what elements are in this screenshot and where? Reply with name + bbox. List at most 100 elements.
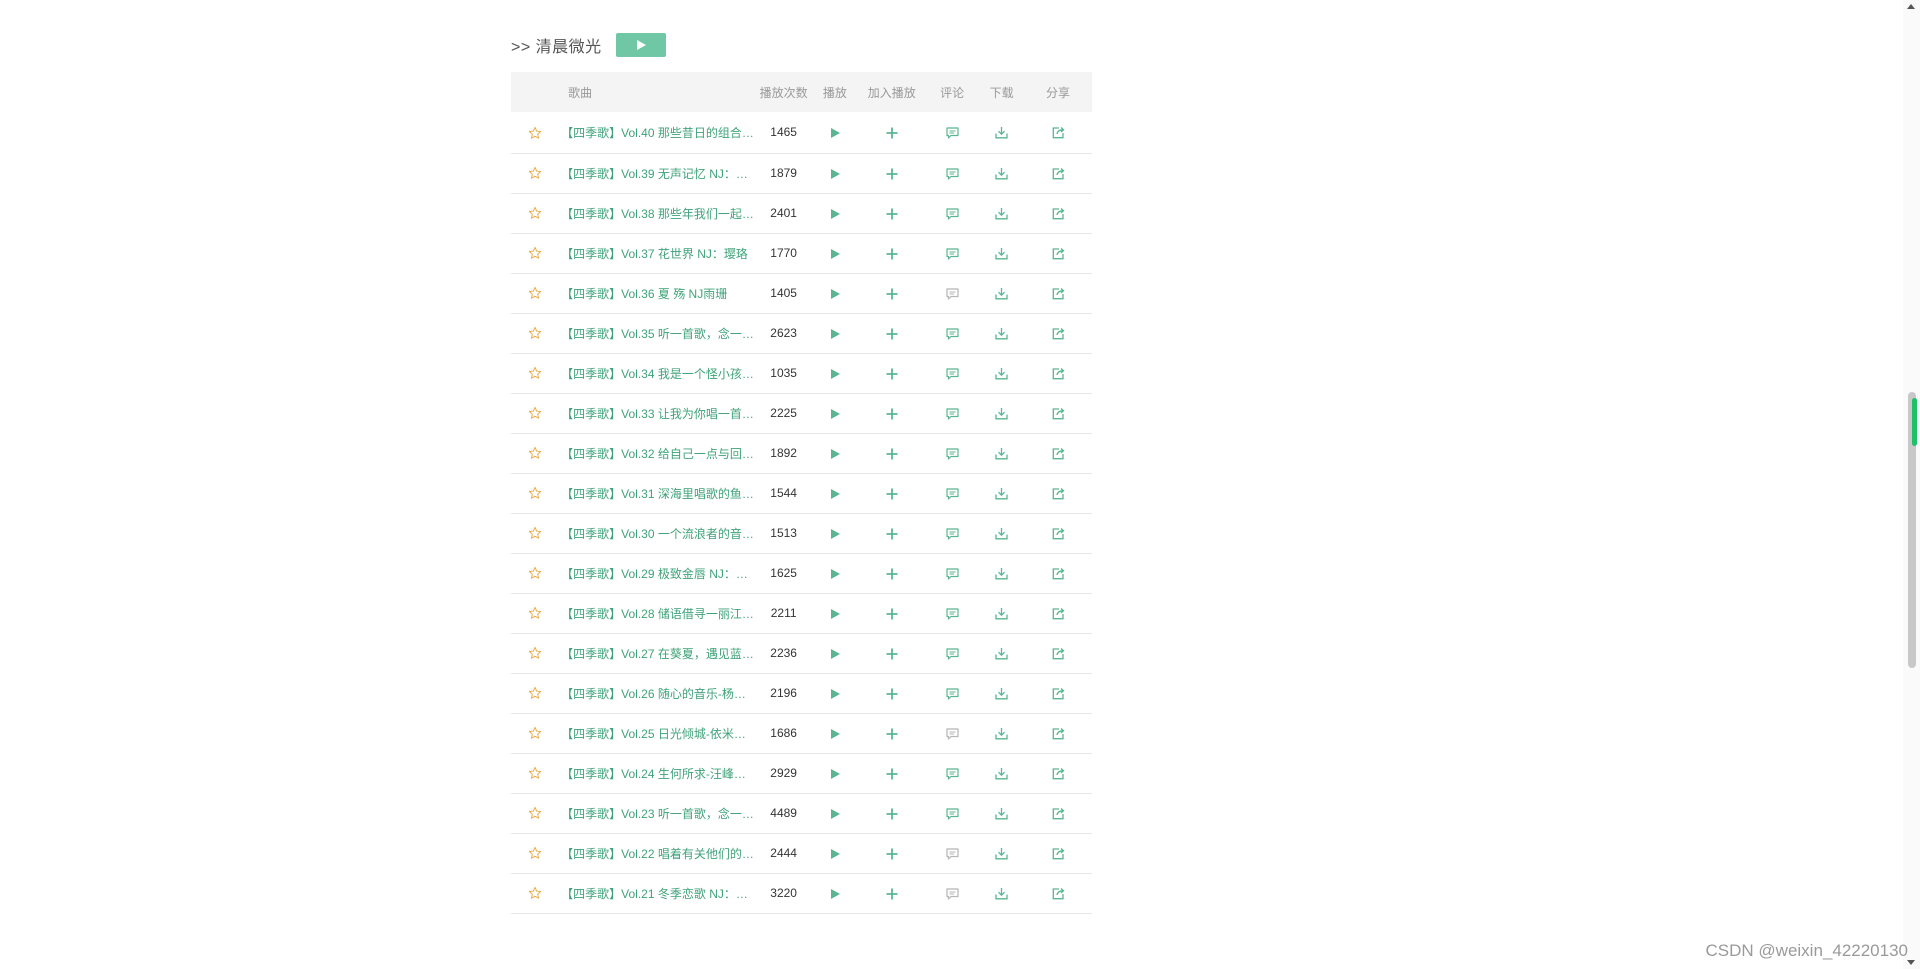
comment-icon[interactable]	[946, 608, 959, 620]
comment-icon[interactable]	[946, 168, 959, 180]
comment-icon[interactable]	[946, 648, 959, 660]
share-icon[interactable]	[1052, 807, 1065, 820]
star-icon[interactable]	[528, 766, 542, 780]
play-icon[interactable]	[829, 168, 841, 180]
song-title[interactable]: 【四季歌】Vol.39 无声记忆 NJ：浅川	[558, 153, 756, 193]
play-icon[interactable]	[829, 568, 841, 580]
song-title[interactable]: 【四季歌】Vol.21 冬季恋歌 NJ：七月	[558, 873, 756, 913]
song-title[interactable]: 【四季歌】Vol.34 我是一个怪小孩一一	[558, 353, 756, 393]
star-icon[interactable]	[528, 286, 542, 300]
play-all-button[interactable]	[615, 33, 666, 57]
star-icon[interactable]	[528, 646, 542, 660]
song-title[interactable]: 【四季歌】Vol.35 听一首歌，念一个人	[558, 313, 756, 353]
play-icon[interactable]	[829, 768, 841, 780]
download-icon[interactable]	[995, 727, 1008, 740]
star-icon[interactable]	[528, 806, 542, 820]
star-icon[interactable]	[528, 566, 542, 580]
star-icon[interactable]	[528, 166, 542, 180]
share-icon[interactable]	[1052, 167, 1065, 180]
scroll-up-arrow-icon[interactable]	[1907, 4, 1915, 9]
plus-icon[interactable]	[886, 488, 898, 500]
play-icon[interactable]	[829, 248, 841, 260]
play-icon[interactable]	[829, 208, 841, 220]
download-icon[interactable]	[995, 167, 1008, 180]
play-icon[interactable]	[829, 368, 841, 380]
song-title[interactable]: 【四季歌】Vol.22 唱着有关他们的歌曲	[558, 833, 756, 873]
download-icon[interactable]	[995, 287, 1008, 300]
download-icon[interactable]	[995, 567, 1008, 580]
song-title[interactable]: 【四季歌】Vol.36 夏 殇 NJ雨珊	[558, 273, 756, 313]
song-title[interactable]: 【四季歌】Vol.31 深海里唱歌的鱼一一	[558, 473, 756, 513]
scroll-down-arrow-icon[interactable]	[1907, 960, 1915, 965]
download-icon[interactable]	[995, 247, 1008, 260]
play-icon[interactable]	[829, 608, 841, 620]
download-icon[interactable]	[995, 687, 1008, 700]
plus-icon[interactable]	[886, 888, 898, 900]
plus-icon[interactable]	[886, 528, 898, 540]
star-icon[interactable]	[528, 886, 542, 900]
play-icon[interactable]	[829, 488, 841, 500]
download-icon[interactable]	[995, 527, 1008, 540]
play-icon[interactable]	[829, 127, 841, 139]
play-icon[interactable]	[829, 888, 841, 900]
share-icon[interactable]	[1052, 367, 1065, 380]
share-icon[interactable]	[1052, 527, 1065, 540]
song-title[interactable]: 【四季歌】Vol.33 让我为你唱一首安静的歌	[558, 393, 756, 433]
share-icon[interactable]	[1052, 247, 1065, 260]
star-icon[interactable]	[528, 366, 542, 380]
song-title[interactable]: 【四季歌】Vol.40 那些昔日的组合 NJ：浅川	[558, 112, 756, 153]
plus-icon[interactable]	[886, 808, 898, 820]
star-icon[interactable]	[528, 846, 542, 860]
comment-icon[interactable]	[946, 568, 959, 580]
star-icon[interactable]	[528, 486, 542, 500]
vertical-scrollbar[interactable]	[1903, 0, 1920, 969]
share-icon[interactable]	[1052, 687, 1065, 700]
share-icon[interactable]	[1052, 647, 1065, 660]
plus-icon[interactable]	[886, 648, 898, 660]
download-icon[interactable]	[995, 607, 1008, 620]
comment-icon[interactable]	[946, 808, 959, 820]
share-icon[interactable]	[1052, 207, 1065, 220]
comment-icon[interactable]	[946, 328, 959, 340]
star-icon[interactable]	[528, 326, 542, 340]
play-icon[interactable]	[829, 848, 841, 860]
plus-icon[interactable]	[886, 127, 898, 139]
share-icon[interactable]	[1052, 447, 1065, 460]
play-icon[interactable]	[829, 808, 841, 820]
play-icon[interactable]	[829, 288, 841, 300]
download-icon[interactable]	[995, 847, 1008, 860]
share-icon[interactable]	[1052, 847, 1065, 860]
share-icon[interactable]	[1052, 567, 1065, 580]
share-icon[interactable]	[1052, 407, 1065, 420]
comment-icon[interactable]	[946, 408, 959, 420]
comment-icon[interactable]	[946, 528, 959, 540]
comment-icon[interactable]	[946, 848, 959, 860]
comment-icon[interactable]	[946, 368, 959, 380]
song-title[interactable]: 【四季歌】Vol.32 给自己一点与回忆相处的时间	[558, 433, 756, 473]
plus-icon[interactable]	[886, 248, 898, 260]
comment-icon[interactable]	[946, 688, 959, 700]
share-icon[interactable]	[1052, 126, 1065, 139]
song-title[interactable]: 【四季歌】Vol.24 生何所求-汪峰特辑	[558, 753, 756, 793]
plus-icon[interactable]	[886, 568, 898, 580]
star-icon[interactable]	[528, 446, 542, 460]
comment-icon[interactable]	[946, 248, 959, 260]
plus-icon[interactable]	[886, 168, 898, 180]
song-title[interactable]: 【四季歌】Vol.25 日光倾城-依米特辑	[558, 713, 756, 753]
comment-icon[interactable]	[946, 127, 959, 139]
plus-icon[interactable]	[886, 208, 898, 220]
download-icon[interactable]	[995, 327, 1008, 340]
download-icon[interactable]	[995, 767, 1008, 780]
download-icon[interactable]	[995, 207, 1008, 220]
star-icon[interactable]	[528, 726, 542, 740]
share-icon[interactable]	[1052, 287, 1065, 300]
download-icon[interactable]	[995, 807, 1008, 820]
play-icon[interactable]	[829, 648, 841, 660]
download-icon[interactable]	[995, 647, 1008, 660]
song-title[interactable]: 【四季歌】Vol.38 那些年我们一起听过的歌	[558, 193, 756, 233]
comment-icon[interactable]	[946, 208, 959, 220]
share-icon[interactable]	[1052, 767, 1065, 780]
play-icon[interactable]	[829, 688, 841, 700]
share-icon[interactable]	[1052, 727, 1065, 740]
play-icon[interactable]	[829, 408, 841, 420]
